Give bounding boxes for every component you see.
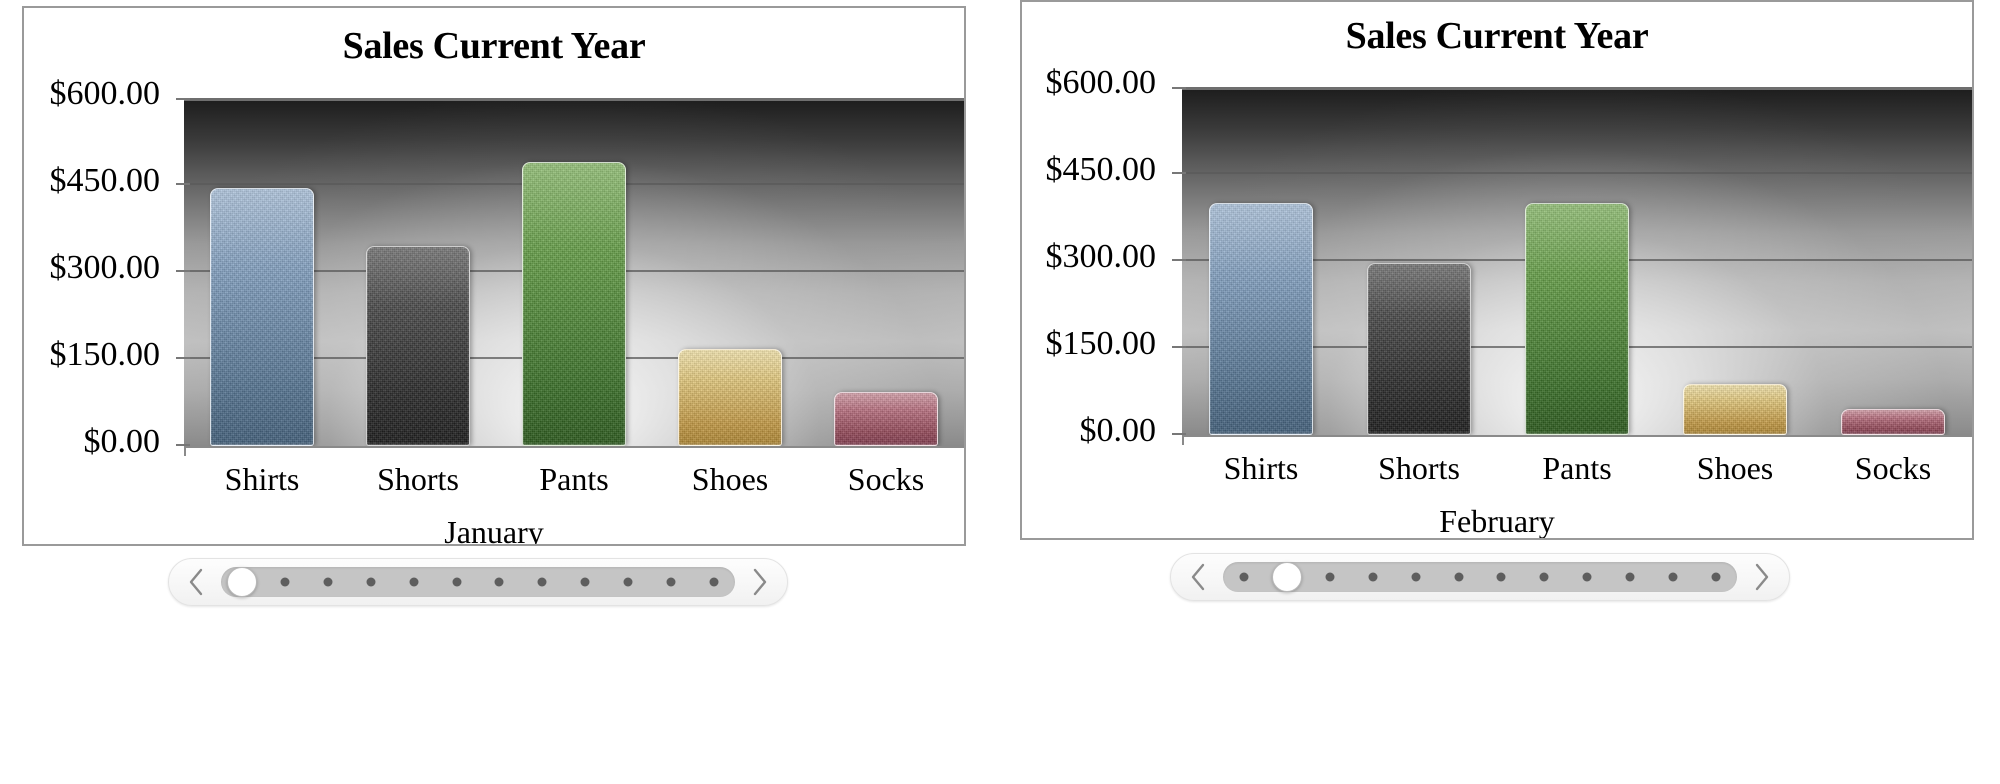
bar-shoes[interactable]: [1683, 383, 1787, 435]
x-axis-title-january: January: [444, 514, 544, 546]
bar-socks[interactable]: [1841, 408, 1945, 435]
month-slider-dot[interactable]: [1325, 572, 1335, 582]
plot-area-february: [1182, 87, 1972, 435]
y-axis-labels-february: $600.00 $450.00 $300.00 $150.00 $0.00: [1022, 2, 1166, 538]
chart-card-january: Sales Current Year $600.00 $450.00 $300.00…: [22, 6, 966, 546]
ytick-300: [176, 270, 190, 272]
month-slider-dot[interactable]: [623, 577, 633, 587]
slider-next-arrow-icon[interactable]: [739, 559, 781, 605]
x-axis-categories-february: Shirts Shorts Pants Shoes Socks: [1182, 452, 1972, 484]
month-slider-february[interactable]: [1170, 553, 1790, 601]
chart-card-february: Sales Current Year $600.00 $450.00 $300.00…: [1020, 0, 1974, 540]
month-slider-dot[interactable]: [280, 577, 290, 587]
bar-shoes[interactable]: [678, 348, 782, 446]
x-axis-line-january: [184, 446, 964, 448]
month-slider-dot[interactable]: [709, 577, 719, 587]
month-slider-dot[interactable]: [366, 577, 376, 587]
x-axis-title-february: February: [1439, 503, 1555, 539]
x-axis-category-label: Pants: [539, 461, 609, 497]
bars-layer-january: [184, 98, 964, 446]
y-axis-tick-label: $150.00: [1045, 324, 1157, 362]
y-axis-tick-label: $450.00: [1045, 150, 1157, 188]
x-axis-category-label: Shoes: [691, 461, 769, 497]
month-slider-track-february[interactable]: [1223, 562, 1737, 592]
month-slider-dot[interactable]: [1454, 572, 1464, 582]
ytick-600: [176, 98, 190, 100]
month-slider-dot[interactable]: [537, 577, 547, 587]
month-slider-track-january[interactable]: [221, 567, 735, 597]
x-axis-category-label: Socks: [1854, 450, 1932, 486]
ytick-300: [1172, 259, 1186, 261]
chart-panel-january: Sales Current Year $600.00 $450.00 $300.00…: [0, 0, 990, 784]
month-slider-dot[interactable]: [1411, 572, 1421, 582]
bar-socks[interactable]: [834, 392, 938, 446]
x-axis-category-label: Shorts: [377, 461, 459, 497]
month-slider-dot[interactable]: [580, 577, 590, 587]
month-slider-january[interactable]: [168, 558, 788, 606]
ytick-450: [176, 183, 190, 185]
month-slider-dot[interactable]: [1668, 572, 1678, 582]
x-axis-category-label: Socks: [847, 461, 925, 497]
month-slider-dot[interactable]: [409, 577, 419, 587]
month-slider-dot[interactable]: [1368, 572, 1378, 582]
y-axis-tick-label: $450.00: [49, 161, 161, 199]
month-slider-dot[interactable]: [1239, 572, 1249, 582]
month-slider-dot[interactable]: [1496, 572, 1506, 582]
month-slider-dot[interactable]: [1582, 572, 1592, 582]
ytick-150: [1172, 346, 1186, 348]
bar-pants[interactable]: [1525, 203, 1629, 435]
x-axis-line-february: [1182, 435, 1972, 437]
x-axis-category-label: Shoes: [1696, 450, 1774, 486]
month-slider-dot[interactable]: [323, 577, 333, 587]
x-axis-categories-january: Shirts Shorts Pants Shoes Socks: [184, 463, 964, 495]
month-slider-dot[interactable]: [1625, 572, 1635, 582]
month-slider-dot[interactable]: [666, 577, 676, 587]
bars-layer-february: [1182, 87, 1972, 435]
chart-panel-february: Sales Current Year $600.00 $450.00 $300.00…: [990, 0, 2000, 784]
x-axis-origin-tick-february: [1182, 435, 1184, 445]
month-slider-dot[interactable]: [1539, 572, 1549, 582]
x-axis-category-label: Pants: [1542, 450, 1612, 486]
month-slider-dot[interactable]: [494, 577, 504, 587]
ytick-600: [1172, 87, 1186, 89]
month-slider-dot[interactable]: [452, 577, 462, 587]
month-slider-dot[interactable]: [1711, 572, 1721, 582]
dashboard-root: Sales Current Year $600.00 $450.00 $300.00…: [0, 0, 2000, 784]
x-axis-category-label: Shorts: [1378, 450, 1460, 486]
ytick-450: [1172, 172, 1186, 174]
month-slider-thumb[interactable]: [1272, 562, 1303, 592]
month-slider-thumb[interactable]: [227, 567, 258, 597]
slider-prev-arrow-icon[interactable]: [1177, 554, 1219, 600]
bar-shorts[interactable]: [1367, 262, 1471, 435]
slider-prev-arrow-icon[interactable]: [175, 559, 217, 605]
y-axis-tick-label: $600.00: [49, 74, 161, 112]
bar-shorts[interactable]: [366, 245, 470, 446]
plot-area-january: [184, 98, 964, 446]
x-axis-origin-tick-january: [184, 446, 186, 456]
y-axis-tick-label: $150.00: [49, 335, 161, 373]
bar-shirts[interactable]: [1209, 203, 1313, 435]
y-axis-tick-label: $600.00: [1045, 63, 1157, 101]
y-axis-tick-label: $300.00: [1045, 237, 1157, 275]
bar-shirts[interactable]: [210, 187, 314, 446]
y-axis-tick-label: $0.00: [83, 422, 161, 460]
y-axis-tick-label: $0.00: [1079, 411, 1157, 449]
ytick-150: [176, 357, 190, 359]
bar-pants[interactable]: [522, 161, 626, 446]
y-axis-tick-label: $300.00: [49, 248, 161, 286]
x-axis-category-label: Shirts: [224, 461, 300, 497]
x-axis-category-label: Shirts: [1223, 450, 1299, 486]
y-axis-labels-january: $600.00 $450.00 $300.00 $150.00 $0.00: [24, 8, 170, 544]
slider-next-arrow-icon[interactable]: [1741, 554, 1783, 600]
